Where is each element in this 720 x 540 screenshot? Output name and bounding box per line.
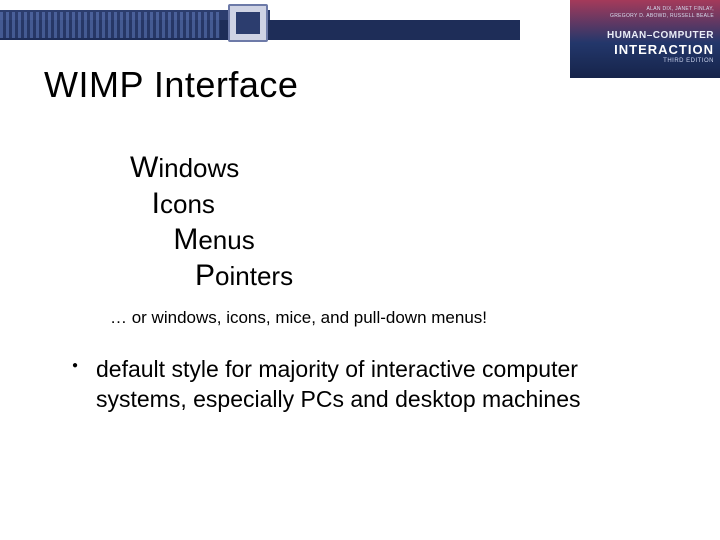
acronym-icons: Icons [130,186,293,222]
book-authors: ALAN DIX, JANET FINLAY, GREGORY D. ABOWD… [570,6,714,20]
acronym-windows: Windows [130,150,293,186]
book-title-line: INTERACTION [570,42,714,57]
bullet-text: default style for majority of interactiv… [96,354,660,414]
header-texture [0,12,220,38]
acronym-menus: Menus [130,222,293,258]
book-cover: ALAN DIX, JANET FINLAY, GREGORY D. ABOWD… [570,0,720,78]
book-authors-line: GREGORY D. ABOWD, RUSSELL BEALE [610,13,714,19]
book-edition: THIRD EDITION [570,58,714,64]
slide-title: WIMP Interface [44,64,298,106]
subtitle-line: … or windows, icons, mice, and pull-down… [110,308,487,328]
bullet-mark: ● [72,360,78,371]
acronym-pointers: Pointers [130,258,293,294]
book-title-line: HUMAN–COMPUTER [570,30,714,41]
acronym-block: Windows Icons Menus Pointers [130,150,293,294]
book-authors-line: ALAN DIX, JANET FINLAY, [647,6,714,12]
chip-icon [228,4,268,42]
